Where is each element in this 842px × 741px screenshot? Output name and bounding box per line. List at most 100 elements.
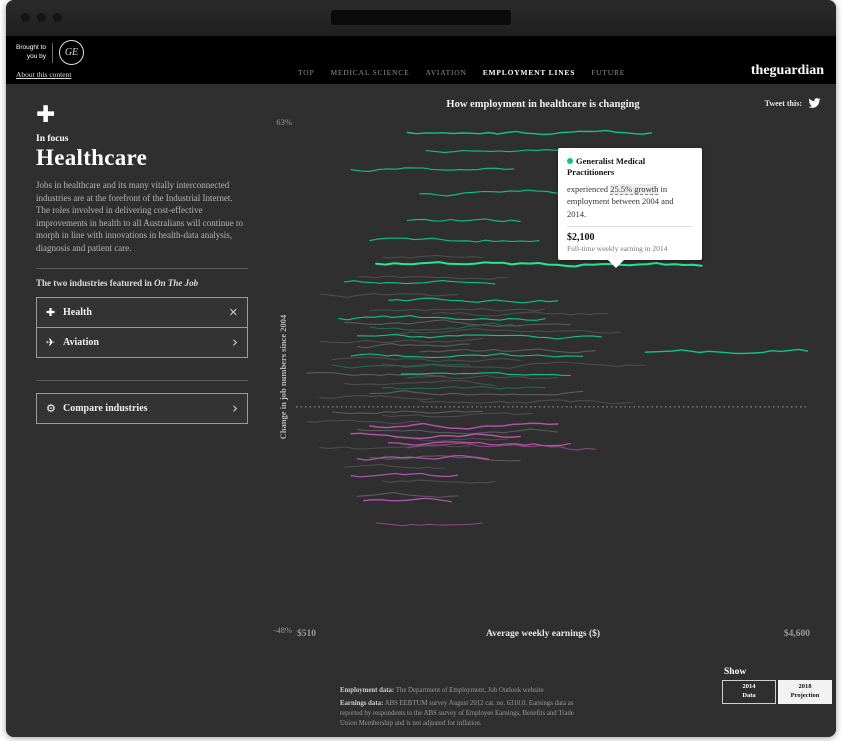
toggle-2018-projection-button[interactable]: 2018 Projection [778,680,832,704]
series-line[interactable] [332,411,482,414]
window-controls[interactable] [21,13,62,22]
series-line[interactable] [351,354,583,358]
x-axis-label: Average weekly earnings ($) [398,629,688,639]
industry-button-label: Health [63,307,229,318]
compare-industries-button[interactable]: ⚙ Compare industries › [36,393,248,424]
x-axis-max-tick: $4,600 [766,629,810,639]
window-zoom-button[interactable] [53,13,62,22]
plus-icon: ✚ [46,306,63,319]
series-line[interactable] [370,238,539,242]
tooltip-title: Generalist Medical Practitioners [567,156,693,178]
footnote-bold: Employment data: [340,687,394,694]
series-line[interactable] [320,294,458,298]
toggle-option-line1: 2014 [743,683,756,692]
show-toggle-label: Show [724,667,746,677]
series-line[interactable] [345,464,445,468]
series-line[interactable] [407,130,651,134]
chevron-right-icon: › [232,335,238,350]
toggle-2014-data-button[interactable]: 2014 Data [722,680,776,704]
series-line[interactable] [370,391,583,395]
window-close-button[interactable] [21,13,30,22]
address-bar[interactable] [331,10,511,25]
chart-title: How employment in healthcare is changing [398,99,688,110]
series-line[interactable] [389,298,558,303]
featured-series-title: On The Job [154,278,198,288]
series-line[interactable] [370,309,545,311]
series-line[interactable] [382,387,545,390]
series-line[interactable] [382,413,532,417]
close-icon[interactable]: ✕ [229,306,238,319]
series-line[interactable] [345,380,495,385]
employment-lines-plot[interactable] [296,114,808,630]
series-line[interactable] [420,190,564,196]
tooltip-earnings-label: Full-time weekly earning in 2014 [567,244,693,253]
series-line[interactable] [420,349,595,353]
series-line[interactable] [320,396,433,400]
series-line[interactable] [320,339,483,343]
series-line[interactable] [389,442,571,446]
nav-item-employment-lines[interactable]: EMPLOYMENT LINES [483,68,575,77]
sidebar: ✚ In focus Healthcare Jobs in healthcare… [36,104,248,424]
site-header: Brought to you by GE About this content … [6,36,836,84]
industry-button-health[interactable]: ✚ Health ✕ [36,297,248,328]
sponsor-label-line1: Brought to [16,44,46,53]
series-line[interactable] [645,349,808,353]
series-line[interactable] [407,376,557,379]
tweet-this-button[interactable]: Tweet this: [765,97,822,109]
series-line[interactable] [345,320,570,327]
series-line[interactable] [376,523,482,526]
y-axis-max-tick: 63% [262,117,292,127]
chevron-right-icon: › [232,401,238,416]
nav-item-top[interactable]: TOP [298,68,314,77]
y-axis-label: Change in job numbers since 2004 [278,277,288,477]
series-line[interactable] [351,433,520,438]
series-line[interactable] [357,344,470,348]
series-line[interactable] [407,219,520,222]
health-plus-icon: ✚ [36,104,248,127]
series-line[interactable] [357,429,557,434]
tooltip-divider [567,226,693,227]
series-line[interactable] [345,281,495,285]
in-focus-kicker: In focus [36,134,248,144]
main-content: ✚ In focus Healthcare Jobs in healthcare… [6,84,836,737]
series-line[interactable] [370,423,558,429]
series-line[interactable] [320,445,470,449]
toggle-option-line2: Projection [791,692,820,701]
sponsor-block: Brought to you by GE [16,40,84,65]
series-line[interactable] [382,362,645,368]
sidebar-divider-top [36,268,248,269]
series-line[interactable] [357,335,601,339]
y-axis-min-tick: -48% [262,625,292,635]
series-line[interactable] [307,420,420,424]
data-source-footnotes: Employment data: The Department of Emplo… [340,686,580,731]
series-line[interactable] [351,168,514,172]
series-line[interactable] [364,498,452,501]
window-minimize-button[interactable] [37,13,46,22]
highlighted-series-line[interactable] [376,262,701,266]
nav-item-aviation[interactable]: AVIATION [425,68,466,77]
series-line[interactable] [351,474,457,477]
sponsor-label: Brought to you by [16,44,46,62]
page-title: Healthcare [36,145,248,171]
series-line[interactable] [382,480,495,483]
tweet-this-label: Tweet this: [765,99,802,108]
nav-item-future[interactable]: FUTURE [591,68,625,77]
sidebar-divider-bottom [36,380,248,381]
industry-button-aviation[interactable]: ✈ Aviation › [36,327,248,358]
toggle-option-line2: Data [742,692,755,701]
earnings-data-footnote: Earnings data: ABS EEBTUM survey August … [340,699,580,729]
series-line[interactable] [420,400,633,403]
section-nav: TOP MEDICAL SCIENCE AVIATION EMPLOYMENT … [298,68,625,77]
about-this-content-link[interactable]: About this content [16,70,71,79]
series-line[interactable] [432,312,607,316]
sponsor-label-line2: you by [16,53,46,62]
sponsor-divider [52,43,53,63]
guardian-logo[interactable]: theguardian [751,63,824,79]
plane-icon: ✈ [46,336,63,349]
series-line[interactable] [382,255,482,258]
series-line[interactable] [357,276,507,279]
employment-data-footnote: Employment data: The Department of Emplo… [340,686,580,696]
series-line[interactable] [357,493,457,498]
gear-icon: ⚙ [46,402,63,415]
nav-item-medical-science[interactable]: MEDICAL SCIENCE [330,68,409,77]
